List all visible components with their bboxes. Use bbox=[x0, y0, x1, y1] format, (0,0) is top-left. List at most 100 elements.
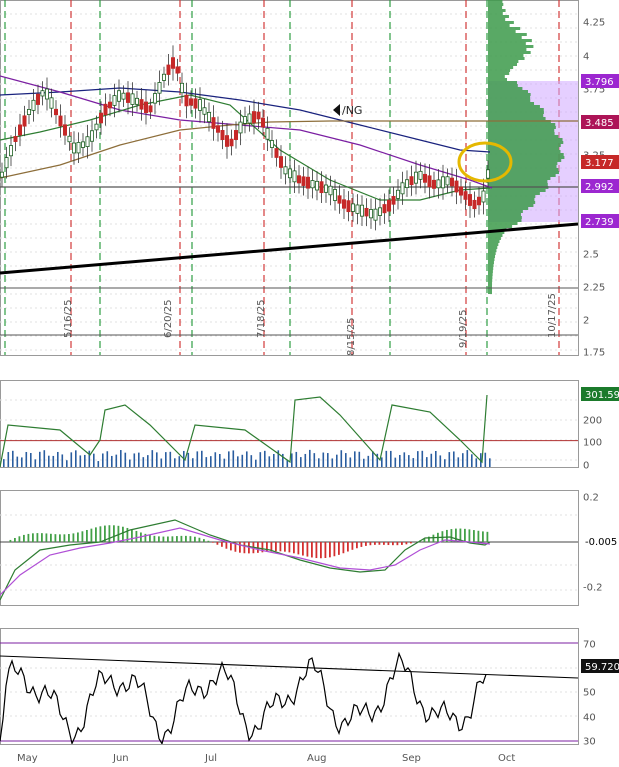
volume-bar bbox=[345, 453, 347, 467]
profile-bar bbox=[488, 81, 517, 84]
volume-bar bbox=[484, 452, 487, 467]
profile-bar bbox=[488, 153, 564, 156]
volume-bar bbox=[466, 450, 469, 467]
profile-bar bbox=[488, 6, 503, 9]
profile-bar bbox=[488, 252, 496, 255]
candle-down bbox=[143, 101, 148, 114]
volume-bar bbox=[417, 451, 419, 467]
candle-up bbox=[355, 204, 360, 214]
candle-up bbox=[445, 176, 450, 186]
profile-bar bbox=[488, 126, 556, 129]
candle-down bbox=[476, 196, 481, 206]
profile-bar bbox=[488, 183, 548, 186]
profile-bar bbox=[488, 270, 493, 273]
candle-up bbox=[0, 171, 4, 178]
macd-histogram-bar bbox=[45, 533, 48, 542]
profile-bar bbox=[488, 84, 518, 87]
profile-bar bbox=[488, 132, 555, 135]
candle-down bbox=[184, 94, 189, 107]
candle-down bbox=[260, 117, 265, 128]
macd-histogram-bar bbox=[360, 542, 363, 547]
candle-down bbox=[211, 117, 216, 129]
tag-macd-text: -0.005 bbox=[585, 537, 617, 548]
profile-bar bbox=[488, 27, 521, 30]
profile-bar bbox=[488, 249, 497, 252]
macd-histogram-bar bbox=[401, 542, 403, 545]
rsi-trend-line bbox=[0, 655, 578, 679]
macd-histogram-bar bbox=[482, 531, 484, 542]
candle-down bbox=[220, 130, 225, 140]
macd-histogram-bar bbox=[432, 534, 435, 542]
profile-bar bbox=[488, 33, 527, 36]
tag-high: 3.796 bbox=[581, 74, 619, 88]
date-label-1017: 10/17/25 bbox=[547, 293, 558, 338]
volume-bar bbox=[223, 458, 226, 467]
volume-bar bbox=[160, 458, 163, 467]
profile-bar bbox=[488, 213, 521, 216]
macd-histogram-bar bbox=[212, 542, 214, 543]
candle-up bbox=[94, 123, 99, 131]
macd-histogram-bar bbox=[473, 530, 475, 542]
volume-bar bbox=[214, 452, 217, 467]
rsi-line bbox=[0, 651, 487, 744]
candle-up bbox=[157, 82, 162, 94]
candle-up bbox=[76, 142, 81, 154]
month-label-jul: Jul bbox=[204, 753, 217, 764]
macd-histogram-bar bbox=[225, 542, 228, 549]
candle-up bbox=[8, 145, 13, 157]
macd-histogram-bar bbox=[468, 529, 471, 542]
candle-down bbox=[188, 98, 193, 106]
profile-bar bbox=[488, 207, 529, 210]
volume-bar bbox=[462, 453, 464, 467]
volume-bar bbox=[93, 453, 95, 467]
candle-up bbox=[265, 127, 270, 140]
macd-histogram-bar bbox=[72, 533, 75, 542]
tag-rsi: 59.720 bbox=[581, 659, 619, 673]
profile-bar bbox=[488, 87, 523, 90]
volume-bar bbox=[435, 450, 437, 467]
candle-down bbox=[22, 115, 27, 127]
candle-down bbox=[148, 105, 153, 113]
macd-histogram-bar bbox=[396, 542, 399, 546]
profile-bar bbox=[488, 21, 514, 24]
candle-up bbox=[161, 73, 166, 81]
profile-bar bbox=[488, 99, 531, 102]
volume-bar bbox=[291, 453, 293, 467]
volume-bar bbox=[322, 452, 325, 467]
volume-bar bbox=[7, 452, 10, 467]
candle-down bbox=[103, 103, 108, 116]
price-tick-label: 1.75 bbox=[583, 348, 605, 359]
macd-histogram-bar bbox=[14, 537, 16, 542]
volume-bar bbox=[16, 456, 19, 467]
candle-up bbox=[121, 92, 126, 100]
volume-bar bbox=[426, 457, 428, 467]
candle-up bbox=[310, 180, 315, 189]
macd-histogram-bar bbox=[239, 542, 241, 553]
candle-up bbox=[49, 97, 54, 109]
volume-bar bbox=[75, 450, 77, 467]
volume-bar bbox=[232, 450, 235, 467]
macd-histogram-bar bbox=[216, 542, 219, 545]
candle-up bbox=[67, 135, 72, 143]
volume-bar bbox=[43, 450, 46, 467]
macd-histogram-bar bbox=[464, 528, 466, 542]
candle-up bbox=[152, 93, 157, 104]
date-label-0815: 8/15/25 bbox=[346, 317, 357, 356]
profile-bar bbox=[488, 15, 509, 18]
macd-histogram-bar bbox=[302, 542, 304, 556]
candle-up bbox=[400, 182, 405, 195]
volume-bar bbox=[268, 456, 271, 467]
macd-histogram-bar bbox=[203, 539, 205, 542]
candle-up bbox=[179, 82, 184, 94]
profile-bar bbox=[488, 156, 565, 159]
candle-up bbox=[130, 93, 135, 105]
profile-bar bbox=[488, 129, 555, 132]
profile-bar bbox=[488, 39, 532, 42]
volume-bar bbox=[237, 456, 239, 467]
candle-down bbox=[427, 175, 432, 188]
volume-bar bbox=[84, 454, 86, 467]
macd-histogram-bar bbox=[86, 529, 88, 542]
macd-histogram-bar bbox=[167, 536, 169, 542]
macd-histogram-bar bbox=[23, 534, 25, 542]
macd-histogram-bar bbox=[108, 525, 111, 542]
